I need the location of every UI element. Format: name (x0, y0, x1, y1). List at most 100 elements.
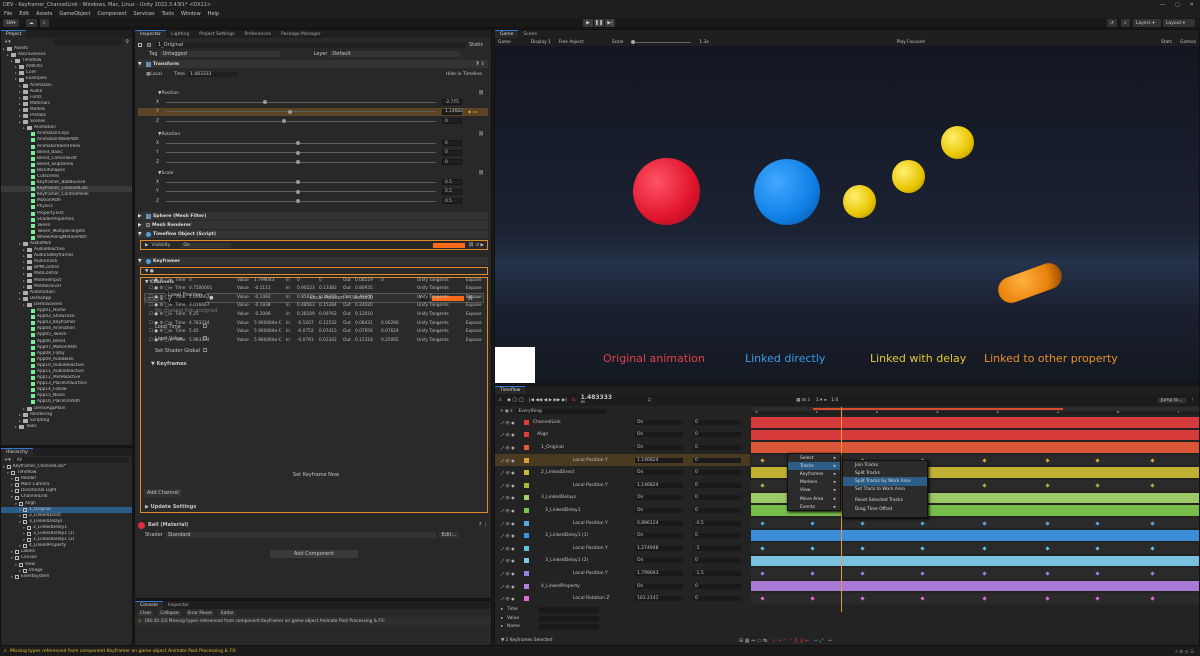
keyframe-marker[interactable] (1150, 458, 1155, 463)
static-toggle[interactable]: Static (469, 42, 483, 48)
keyframer-header[interactable]: ▼ Keyframer (138, 257, 488, 265)
keyframe-marker[interactable] (1045, 458, 1050, 463)
tab-inspector[interactable]: Inspector (135, 30, 166, 38)
keyframe-marker[interactable] (810, 521, 815, 526)
keyframe-marker[interactable] (982, 521, 987, 526)
track-value-field[interactable]: On (635, 583, 683, 589)
tab-scene[interactable]: Scene (518, 30, 542, 38)
rotation-header[interactable]: ▼ Rotation ⛓ (138, 130, 488, 138)
timeline-track-header[interactable]: ⤢ 👁 ● Align On 0 (495, 429, 750, 442)
update-settings-header[interactable]: ▶ Update Settings (145, 504, 196, 510)
tab-lighting[interactable]: Lighting (166, 30, 194, 38)
keyframe-marker[interactable] (982, 596, 987, 602)
timeline-track-lane[interactable] (751, 543, 1199, 554)
keyframe-marker[interactable] (1095, 571, 1100, 576)
play-button[interactable]: ▶ (583, 19, 593, 27)
keyframe-icons[interactable]: ☐ ● ⚙ ◯ (149, 286, 169, 291)
submenu-item[interactable]: Split Tracks (843, 469, 927, 477)
track-icons[interactable]: ⤢ 👁 ● (501, 483, 515, 488)
value-field[interactable]: 0 (442, 159, 462, 165)
set-keyframe-now-button[interactable]: Set Keyframe Now (286, 472, 346, 478)
timeline-track-header[interactable]: ⤢ 👁 ● Local Position Y 1.146824 0 (495, 479, 750, 492)
track-icons[interactable]: ⤢ 👁 ● (501, 546, 515, 551)
keyframe-marker[interactable] (1150, 546, 1155, 551)
keyframe-marker[interactable] (1095, 546, 1100, 551)
menu-edit[interactable]: Edit (19, 11, 29, 17)
link-icon[interactable]: ⛓ ↺ ▶ (468, 243, 484, 248)
cloud-icon[interactable]: ☁ (26, 19, 37, 27)
timeline-track-lane[interactable] (751, 429, 1199, 441)
layers-dropdown[interactable]: Layers ▾ (1133, 19, 1161, 27)
keyframe-row[interactable]: ☐ ● ⚙ ◯ ≑ Time 1.666667 Value -0.1492 In 0.858… (149, 293, 482, 301)
loop-icon[interactable]: ⇆ (572, 398, 576, 403)
account-button[interactable]: SW ▾ (3, 19, 19, 27)
link-icon[interactable]: ⛓ (478, 91, 484, 96)
display-dropdown[interactable]: Display 1 (531, 40, 551, 45)
menu-services[interactable]: Services (134, 11, 155, 17)
tag-dropdown[interactable]: Untagged (160, 50, 281, 57)
keyframer-toggle-row[interactable]: ▼ ● (140, 267, 488, 275)
keyframe-marker[interactable] (760, 458, 765, 463)
aspect-dropdown[interactable]: Free Aspect (559, 40, 584, 45)
track-offset-field[interactable]: 0 (693, 432, 741, 438)
drag-icon[interactable]: ≑ (169, 295, 173, 300)
track-value-field[interactable]: 1.799043 (635, 570, 683, 576)
track-icons[interactable]: ⤢ 👁 ● (501, 521, 515, 526)
timeline-track-lane[interactable] (751, 417, 1199, 428)
tab-timeflow[interactable]: Timeflow (495, 386, 526, 394)
keyframe-row[interactable]: ☐ ● ⚙ ◯ ≑ Time 3.016667 Value -0.1938 In 0.485… (149, 302, 482, 310)
drag-icon[interactable]: ≑ (169, 321, 173, 326)
value-slider[interactable] (166, 160, 436, 164)
value-slider[interactable] (166, 100, 436, 104)
track-icons[interactable]: ⤢ 👁 ● (501, 432, 515, 437)
transport-controls[interactable]: |◀ ◀◀ ◀ ▶ ▶▶ ▶| (529, 398, 567, 403)
tab-game[interactable]: Game (495, 30, 519, 38)
drag-icon[interactable]: ≑ (169, 286, 173, 291)
keyframe-row[interactable]: ☐ ● ⚙ ◯ ≑ Time 5.45 Value 5.960464e-C In -0.07… (149, 328, 482, 336)
context-menu-item-view[interactable]: View ▸ (788, 487, 840, 495)
position-header[interactable]: ▼ Position ⛓ (138, 89, 488, 97)
context-menu-item-move-area[interactable]: Move Area ▸ (788, 495, 840, 503)
track-offset-field[interactable]: 0 (693, 482, 741, 488)
time-field[interactable]: 1.483333 (187, 71, 238, 77)
track-offset-field[interactable]: 0 (693, 457, 741, 463)
track-icons[interactable]: ⤢ 👁 ● (501, 558, 515, 563)
shader-dropdown[interactable]: Standard (165, 531, 436, 538)
value-slider[interactable] (166, 180, 436, 184)
value-field[interactable]: 0 (442, 140, 462, 146)
track-value-field[interactable]: On (635, 558, 683, 564)
timeline-track-header[interactable]: ⤢ 👁 ● Local Position Y 1.146824 0 (495, 453, 750, 467)
visibility-curve-swatch[interactable] (433, 242, 466, 248)
keyframe-marker[interactable] (982, 458, 987, 463)
link-icon[interactable]: ⛓ (478, 132, 484, 137)
timeline-track-lane[interactable] (751, 555, 1199, 567)
value-field[interactable]: -2.775 (442, 99, 462, 105)
value-field[interactable]: 0.5 (442, 198, 462, 204)
keyframe-marker[interactable] (810, 571, 815, 576)
keyframe-marker[interactable] (920, 521, 925, 526)
menu-tools[interactable]: Tools (162, 11, 174, 17)
keyframe-row[interactable]: ☐ ● ⚙ ◯ ≑ Time 5.983334 Value 5.960464e-C In -… (149, 336, 482, 344)
mesh-renderer-checkbox[interactable] (146, 223, 150, 227)
track-value-field[interactable]: 1.146824 (635, 482, 683, 488)
drag-icon[interactable]: ≑ (169, 338, 173, 343)
keyframe-marker[interactable] (760, 571, 765, 576)
drag-icon[interactable]: ≑ (169, 278, 173, 283)
value-slider[interactable] (166, 109, 436, 114)
track-offset-field[interactable]: 0 (693, 444, 741, 450)
timeline-track-header[interactable]: ⤢ 👁 ● Local Rotation Z 103.2141 0 (495, 592, 750, 605)
keyframe-icons[interactable]: ☐ ● ⚙ ◯ (149, 295, 169, 300)
drag-icon[interactable]: ≑ (169, 329, 173, 334)
filter-icons[interactable]: + ◉ ⌕ (500, 409, 513, 414)
material-header[interactable]: Ball (Material) ? ⋮ (138, 521, 488, 529)
drag-icon[interactable]: ≑ (169, 303, 173, 308)
view-icons[interactable]: ▦ ⊟ ⇳ (796, 398, 811, 403)
submenu-item[interactable]: Split Tracks by Work Area (843, 477, 927, 486)
add-icon[interactable]: +▾ (4, 457, 11, 463)
submenu-item[interactable]: Join Tracks (843, 461, 927, 469)
tab-project[interactable]: Project (1, 30, 27, 38)
context-menu-item-events[interactable]: Events ▸ (788, 503, 840, 511)
scale-slider[interactable] (631, 39, 692, 44)
status-icons[interactable]: ⌕ ⚙ ◷ ☰ (1175, 649, 1194, 655)
metronome-icon[interactable]: ♫ (647, 398, 651, 403)
